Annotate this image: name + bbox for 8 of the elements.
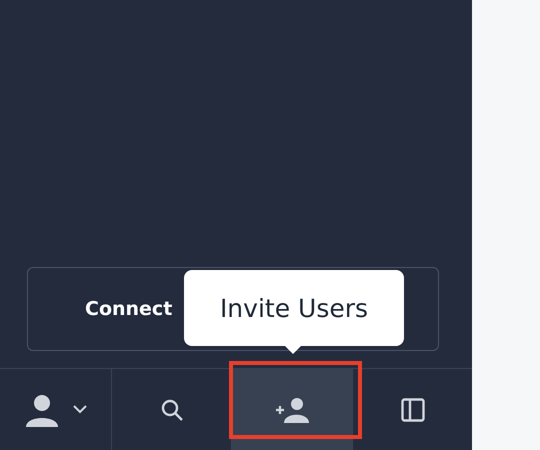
chevron-down-icon [72,405,86,414]
tooltip-pointer [285,346,301,354]
invite-user-button[interactable] [232,369,353,450]
tooltip: Invite Users [184,270,404,346]
sidebar-icon [400,398,424,422]
search-icon [160,398,184,422]
add-user-icon [275,396,309,422]
user-icon [24,392,58,426]
